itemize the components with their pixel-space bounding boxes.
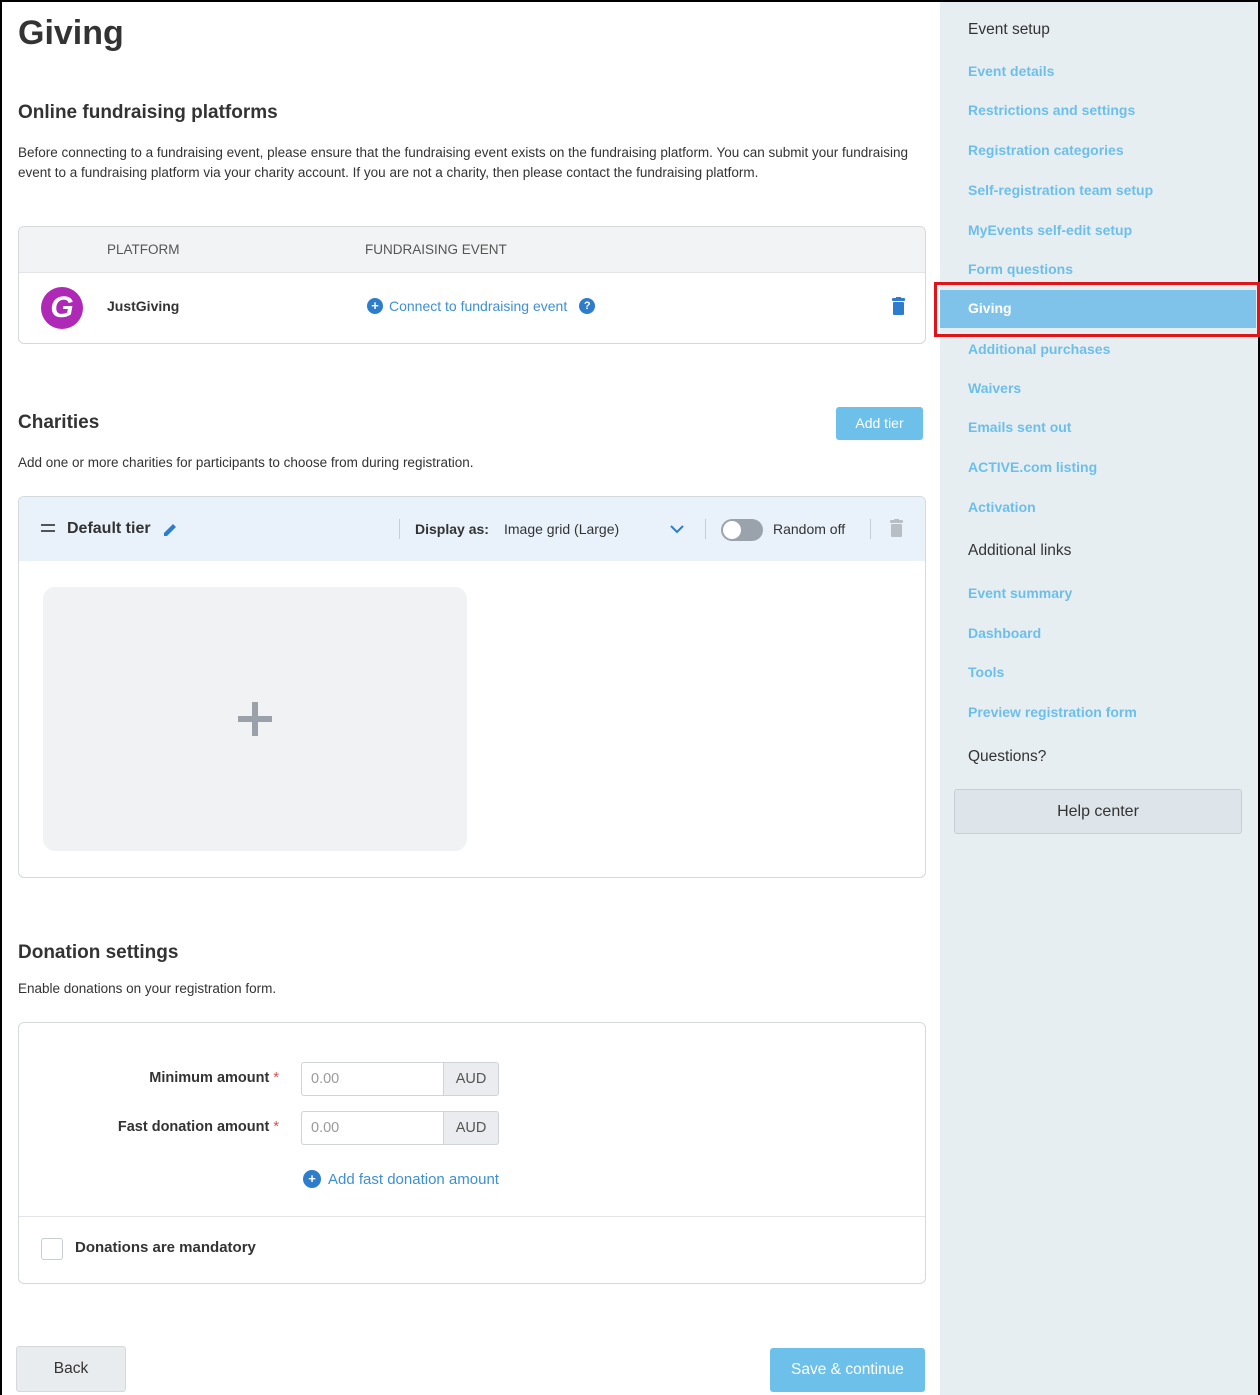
sidebar-item-registration-categories[interactable]: Registration categories — [968, 142, 1124, 158]
add-tier-button[interactable]: Add tier — [836, 407, 923, 440]
page-title: Giving — [18, 14, 124, 52]
sidebar-item-myevents-self-edit[interactable]: MyEvents self-edit setup — [968, 222, 1132, 238]
min-amount-input[interactable] — [301, 1062, 443, 1096]
currency-addon: AUD — [443, 1062, 499, 1096]
platform-name: JustGiving — [107, 298, 180, 314]
sidebar-heading-event-setup: Event setup — [968, 21, 1050, 38]
sidebar-item-form-questions[interactable]: Form questions — [968, 261, 1073, 277]
chevron-down-icon[interactable] — [669, 521, 685, 537]
tier-name: Default tier — [67, 520, 151, 537]
platforms-title: Online fundraising platforms — [18, 102, 278, 123]
tier-panel: Default tier Display as: Image grid (Lar… — [18, 496, 926, 878]
sidebar: Event setup Event details Restrictions a… — [940, 2, 1258, 1395]
charities-description: Add one or more charities for participan… — [18, 455, 474, 470]
delete-tier-icon[interactable] — [890, 519, 903, 537]
donation-panel: Minimum amount * AUD Fast donation amoun… — [18, 1022, 926, 1284]
mandatory-label: Donations are mandatory — [75, 1239, 256, 1256]
display-as-label: Display as: — [415, 521, 489, 537]
platforms-table: PLATFORM FUNDRAISING EVENT G JustGiving … — [18, 226, 926, 344]
back-button[interactable]: Back — [16, 1346, 126, 1392]
divider — [19, 1216, 925, 1217]
main-content: Giving Online fundraising platforms Befo… — [2, 2, 940, 1395]
justgiving-logo: G — [41, 287, 83, 329]
delete-platform-icon[interactable] — [892, 297, 905, 315]
sidebar-item-self-registration-team[interactable]: Self-registration team setup — [968, 182, 1153, 198]
plus-circle-icon: + — [303, 1170, 321, 1188]
connect-label: Connect to fundraising event — [389, 298, 568, 314]
plus-circle-icon: + — [367, 298, 383, 314]
platforms-description: Before connecting to a fundraising event… — [18, 145, 909, 180]
sidebar-item-emails-sent-out[interactable]: Emails sent out — [968, 419, 1071, 435]
sidebar-heading-questions: Questions? — [968, 748, 1047, 765]
divider — [870, 519, 871, 539]
add-fast-donation-link[interactable]: + Add fast donation amount — [303, 1170, 499, 1188]
save-continue-button[interactable]: Save & continue — [770, 1348, 925, 1392]
sidebar-item-activation[interactable]: Activation — [968, 499, 1036, 515]
fast-amount-group: AUD — [301, 1111, 499, 1145]
sidebar-item-tools[interactable]: Tools — [968, 664, 1004, 680]
donation-title: Donation settings — [18, 942, 179, 963]
random-toggle[interactable] — [721, 519, 763, 541]
random-label: Random off — [773, 521, 846, 537]
sidebar-item-restrictions[interactable]: Restrictions and settings — [968, 102, 1135, 118]
sidebar-item-giving[interactable]: Giving — [940, 290, 1256, 328]
charities-title: Charities — [18, 412, 100, 433]
platforms-table-header: PLATFORM FUNDRAISING EVENT — [19, 227, 925, 273]
divider — [399, 519, 400, 539]
currency-addon: AUD — [443, 1111, 499, 1145]
sidebar-item-event-summary[interactable]: Event summary — [968, 585, 1072, 601]
tier-header: Default tier Display as: Image grid (Lar… — [19, 497, 925, 561]
fast-amount-label-wrap: Fast donation amount * — [19, 1119, 279, 1139]
sidebar-heading-additional-links: Additional links — [968, 542, 1072, 559]
sidebar-item-label: Giving — [968, 300, 1012, 316]
sidebar-item-waivers[interactable]: Waivers — [968, 380, 1021, 396]
fast-amount-input[interactable] — [301, 1111, 443, 1145]
divider — [705, 519, 706, 539]
min-amount-label: Minimum amount * — [149, 1070, 279, 1086]
add-fast-label: Add fast donation amount — [328, 1170, 499, 1188]
sidebar-item-event-details[interactable]: Event details — [968, 63, 1054, 79]
column-fundraising-event: FUNDRAISING EVENT — [365, 242, 507, 257]
toggle-knob — [723, 521, 741, 539]
sidebar-item-active-listing[interactable]: ACTIVE.com listing — [968, 459, 1097, 475]
column-platform: PLATFORM — [107, 242, 180, 257]
donation-description: Enable donations on your registration fo… — [18, 981, 277, 996]
display-as-select[interactable]: Image grid (Large) — [504, 521, 619, 537]
drag-handle-icon[interactable] — [41, 524, 55, 532]
sidebar-item-additional-purchases[interactable]: Additional purchases — [968, 341, 1110, 357]
fast-amount-label: Fast donation amount * — [117, 1119, 279, 1135]
help-icon[interactable]: ? — [579, 298, 596, 314]
add-charity-card[interactable] — [43, 587, 467, 851]
sidebar-item-preview-form[interactable]: Preview registration form — [968, 704, 1137, 720]
plus-icon — [238, 702, 272, 736]
min-amount-label-wrap: Minimum amount * — [19, 1070, 279, 1090]
mandatory-checkbox[interactable] — [41, 1238, 63, 1260]
table-row: G JustGiving + Connect to fundraising ev… — [19, 273, 925, 343]
min-amount-group: AUD — [301, 1062, 499, 1096]
sidebar-item-dashboard[interactable]: Dashboard — [968, 625, 1041, 641]
pencil-icon[interactable] — [161, 521, 179, 539]
help-center-button[interactable]: Help center — [954, 789, 1242, 834]
connect-fundraising-event-link[interactable]: + Connect to fundraising event ? — [367, 298, 596, 314]
